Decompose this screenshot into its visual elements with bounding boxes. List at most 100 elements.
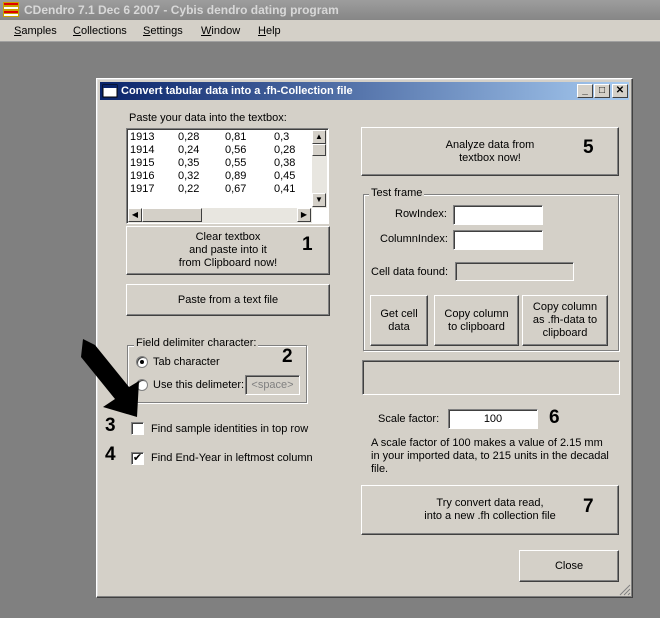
horizontal-scrollbar[interactable]: ◀ ▶ <box>128 208 312 223</box>
clear-and-paste-button[interactable]: Clear textbox and paste into it from Cli… <box>126 226 330 275</box>
scroll-up-icon[interactable]: ▲ <box>312 130 326 144</box>
close-button[interactable]: Close <box>519 550 619 582</box>
scale-note: A scale factor of 100 makes a value of 2… <box>371 437 609 475</box>
menu-samples-rest: amples <box>21 25 57 37</box>
maximize-button[interactable]: □ <box>594 84 610 98</box>
menu-settings[interactable]: Settings <box>143 20 183 42</box>
data-row: 1915 0,35 0,55 0,38 <box>130 157 310 170</box>
copy-fh-data-button[interactable]: Copy column as .fh-data to clipboard <box>522 295 608 346</box>
menu-help-rest: elp <box>265 25 281 37</box>
test-frame-legend: Test frame <box>369 187 425 199</box>
data-cell: 1915 <box>130 157 155 169</box>
minimize-icon: _ <box>582 85 588 96</box>
menu-collections-accel: C <box>73 25 81 37</box>
column-index-input[interactable] <box>453 230 543 250</box>
step-number-6: 6 <box>549 407 560 428</box>
hscroll-thumb[interactable] <box>142 208 202 222</box>
data-cell: 0,24 <box>178 144 200 156</box>
step-number-5: 5 <box>583 137 594 158</box>
data-cell: 0,89 <box>225 170 247 182</box>
step-number-2: 2 <box>282 346 293 367</box>
close-label: Close <box>554 559 584 572</box>
data-cell: 0,67 <box>225 183 247 195</box>
data-row: 1913 0,28 0,81 0,3 <box>130 131 310 144</box>
menu-help[interactable]: Help <box>258 20 281 42</box>
data-cell: 0,55 <box>225 157 247 169</box>
data-rows: 1913 0,28 0,81 0,3 1914 0,24 0,56 0,28 1915 0,35 0… <box>130 131 310 196</box>
data-cell: 0,28 <box>274 144 296 156</box>
find-sample-ids-checkbox[interactable] <box>131 422 144 435</box>
data-cell: 0,32 <box>178 170 200 182</box>
tab-delimiter-label: Tab character <box>153 356 220 368</box>
copy-column-button[interactable]: Copy column to clipboard <box>434 295 519 346</box>
convert-label: Try convert data read, into a new .fh co… <box>424 497 556 522</box>
resize-grip-icon[interactable] <box>618 583 631 596</box>
app-title: CDendro 7.1 Dec 6 2007 - Cybis dendro da… <box>24 3 339 17</box>
data-cell: 1913 <box>130 131 155 143</box>
close-icon: ✕ <box>615 85 625 96</box>
clear-and-paste-label: Clear textbox and paste into it from Cli… <box>178 231 278 269</box>
scale-factor-input[interactable]: 100 <box>448 409 538 429</box>
data-textbox[interactable]: 1913 0,28 0,81 0,3 1914 0,24 0,56 0,28 1915 0,35 0… <box>126 128 329 224</box>
scale-factor-value: 100 <box>483 413 503 425</box>
row-index-input[interactable] <box>453 205 543 225</box>
data-cell: 1917 <box>130 183 155 195</box>
paste-from-file-button[interactable]: Paste from a text file <box>126 284 330 316</box>
data-cell: 0,56 <box>225 144 247 156</box>
menu-help-accel: H <box>258 25 266 37</box>
pointer-arrow-icon <box>81 339 139 417</box>
step-number-4: 4 <box>105 444 116 465</box>
data-cell: 0,28 <box>178 131 200 143</box>
get-cell-data-button[interactable]: Get cell data <box>370 295 428 346</box>
copy-column-label: Copy column to clipboard <box>444 307 509 333</box>
dialog-title-bar: Convert tabular data into a .fh-Collecti… <box>100 82 629 100</box>
close-window-button[interactable]: ✕ <box>612 84 628 98</box>
data-cell: 0,45 <box>274 170 296 182</box>
menu-bar: Samples Collections Settings Window Help <box>0 20 660 42</box>
status-box <box>362 360 620 395</box>
find-sample-ids-label: Find sample identities in top row <box>151 423 309 435</box>
analyze-label: Analyze data from textbox now! <box>445 138 535 164</box>
data-row: 1914 0,24 0,56 0,28 <box>130 144 310 157</box>
maximize-icon: □ <box>598 85 606 96</box>
menu-window[interactable]: Window <box>201 20 240 42</box>
find-end-year-label: Find End-Year in leftmost column <box>151 452 313 464</box>
data-cell: 0,3 <box>274 131 290 143</box>
dialog-window-icon <box>102 84 118 98</box>
find-end-year-checkbox[interactable]: ✔ <box>131 452 144 465</box>
menu-settings-rest: ettings <box>150 25 183 37</box>
data-cell: 0,81 <box>225 131 247 143</box>
data-cell: 0,35 <box>178 157 200 169</box>
custom-delimiter-value: <space> <box>251 379 294 391</box>
scroll-thumb[interactable] <box>312 144 326 156</box>
step-number-1: 1 <box>302 234 313 255</box>
menu-collections[interactable]: Collections <box>73 20 127 42</box>
convert-button[interactable]: Try convert data read, into a new .fh co… <box>361 485 619 535</box>
data-row: 1916 0,32 0,89 0,45 <box>130 170 310 183</box>
paste-label: Paste your data into the textbox: <box>129 112 287 124</box>
row-index-label: RowIndex: <box>395 208 447 220</box>
data-cell: 1916 <box>130 170 155 182</box>
analyze-button[interactable]: Analyze data from textbox now! <box>361 127 619 176</box>
get-cell-data-label: Get cell data <box>380 307 418 333</box>
vertical-scrollbar[interactable]: ▲ ▼ <box>312 130 327 208</box>
menu-samples[interactable]: Samples <box>14 20 57 42</box>
scroll-right-icon[interactable]: ▶ <box>297 208 311 222</box>
data-row: 1917 0,22 0,67 0,41 <box>130 183 310 196</box>
copy-fh-data-label: Copy column as .fh-data to clipboard <box>532 301 598 339</box>
data-cell: 0,41 <box>274 183 296 195</box>
cell-found-field <box>455 262 574 281</box>
scroll-down-icon[interactable]: ▼ <box>312 193 326 207</box>
column-index-label: ColumnIndex: <box>380 233 448 245</box>
scroll-left-icon[interactable]: ◀ <box>128 208 142 222</box>
data-cell: 0,38 <box>274 157 296 169</box>
delimiter-legend: Field delimiter character: <box>134 337 259 349</box>
menu-collections-rest: ollections <box>80 25 127 37</box>
dialog-title: Convert tabular data into a .fh-Collecti… <box>121 85 353 97</box>
app-icon <box>3 2 19 17</box>
custom-delimiter-input[interactable]: <space> <box>245 375 300 395</box>
data-cell: 0,22 <box>178 183 200 195</box>
minimize-button[interactable]: _ <box>577 84 593 98</box>
step-number-7: 7 <box>583 496 594 517</box>
app-title-bar: CDendro 7.1 Dec 6 2007 - Cybis dendro da… <box>0 0 660 20</box>
